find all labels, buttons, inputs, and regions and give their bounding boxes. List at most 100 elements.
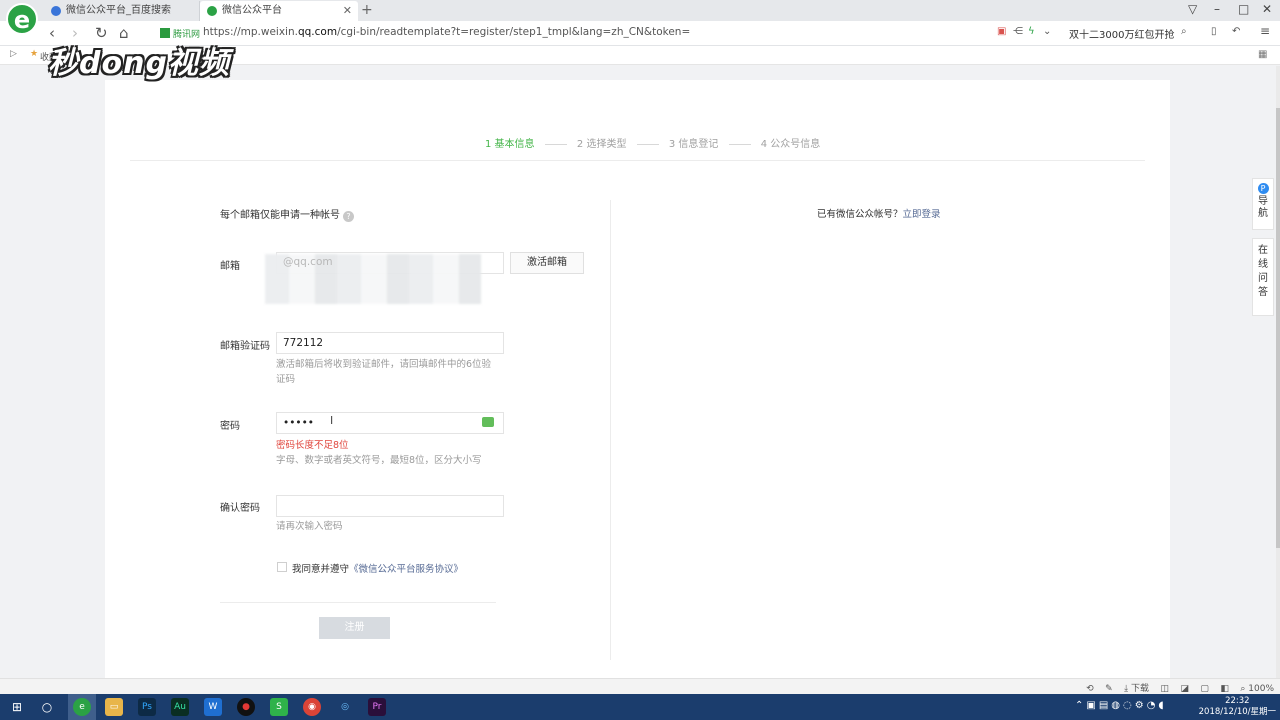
status-icon[interactable]: ✎ (1105, 684, 1113, 694)
column-divider (610, 200, 611, 660)
page-scrollbar[interactable] (1276, 66, 1280, 678)
code-hint: 激活邮箱后将收到验证邮件，请回填邮件中的6位验证码 (276, 359, 492, 385)
zoom-icon[interactable]: ⌕ (1240, 684, 1245, 694)
clock-date: 2018/12/10/星期一 (1198, 707, 1276, 717)
minimize-button[interactable]: – (1214, 2, 1220, 16)
audition-icon[interactable]: Au (171, 698, 189, 716)
password-input[interactable]: ••••• (276, 412, 504, 434)
share-icon[interactable]: ⋲ (1013, 26, 1023, 37)
agreement-text: 我同意并遵守《微信公众平台服务协议》 (292, 561, 463, 575)
confirm-password-input[interactable] (276, 495, 504, 517)
email-value: @qq.com (283, 256, 333, 268)
float-qa-widget[interactable]: 在线问答 (1252, 238, 1274, 316)
status-icon[interactable]: ▢ (1200, 684, 1209, 694)
password-error: 密码长度不足8位 (276, 440, 349, 451)
cortana-icon[interactable]: ○ (38, 698, 56, 716)
agreement-prefix: 我同意并遵守 (292, 564, 350, 575)
baidu-favicon-icon (51, 6, 61, 16)
help-icon[interactable]: ? (343, 211, 354, 222)
status-icon[interactable]: ◪ (1180, 684, 1189, 694)
zoom-level[interactable]: 100% (1248, 684, 1274, 694)
login-link[interactable]: 立即登录 (903, 209, 941, 220)
reader-icon[interactable]: ▯ (1211, 26, 1217, 37)
url-field[interactable]: https://mp.weixin.qq.com/cgi-bin/readtem… (203, 26, 690, 38)
photoshop-icon[interactable]: Ps (138, 698, 156, 716)
system-clock[interactable]: 22:32 2018/12/10/星期一 (1199, 696, 1276, 718)
undo-icon[interactable]: ↶ (1232, 26, 1240, 37)
gift-icon[interactable]: ▣ (997, 26, 1006, 37)
verification-code-input[interactable]: 772112 (276, 332, 504, 354)
url-host: qq.com (297, 26, 338, 38)
close-window-button[interactable]: ✕ (1262, 2, 1272, 16)
float-qa-label: 在线问答 (1258, 245, 1268, 298)
service-agreement-link[interactable]: 《微信公众平台服务协议》 (349, 564, 463, 575)
form-divider (220, 602, 496, 603)
browser-titlebar: 微信公众平台_百度搜索 微信公众平台 ✕ + ▽ – □ ✕ (0, 0, 1280, 21)
wechat-favicon-icon (207, 6, 217, 16)
maximize-button[interactable]: □ (1238, 2, 1249, 16)
login-prompt-text: 已有微信公众帐号？ (817, 209, 903, 220)
menu-icon[interactable]: ≡ (1260, 24, 1270, 38)
wps-writer-icon[interactable]: W (204, 698, 222, 716)
register-card: 1 基本信息 2 选择类型 3 信息登记 4 公众号信息 每个邮箱仅能申请一种帐… (105, 80, 1170, 680)
register-button[interactable]: 注册 (319, 617, 390, 639)
email-label: 邮箱 (220, 261, 240, 272)
search-icon[interactable]: ⌕ (1181, 26, 1187, 37)
reload-button[interactable]: ↻ (95, 23, 108, 43)
step-connector (636, 143, 659, 145)
network-app-icon[interactable]: ◎ (336, 698, 354, 716)
status-icon[interactable]: ◧ (1220, 684, 1229, 694)
browser-logo-icon[interactable]: e (6, 3, 38, 35)
browser-statusbar: ⟲ ✎ ⤓ 下载 ◫ ◪ ▢ ◧ ⌕ 100% (0, 678, 1280, 694)
float-nav-label: 导航 (1258, 196, 1268, 219)
wps-sheet-icon[interactable]: S (270, 698, 288, 716)
step-info-register: 3 信息登记 (668, 139, 719, 150)
agreement-checkbox[interactable] (277, 562, 287, 572)
float-nav-widget[interactable]: P 导航 (1252, 178, 1274, 230)
bookmarks-toggle-icon[interactable]: ▷ (10, 49, 17, 59)
close-tab-icon[interactable]: ✕ (343, 1, 352, 20)
page-viewport: 1 基本信息 2 选择类型 3 信息登记 4 公众号信息 每个邮箱仅能申请一种帐… (0, 66, 1276, 680)
tab-label: 微信公众平台_百度搜索 (66, 5, 171, 16)
keyboard-icon[interactable] (482, 417, 494, 427)
scrollbar-thumb[interactable] (1276, 108, 1280, 548)
site-security-badge[interactable]: 腾讯网 (160, 27, 200, 40)
system-tray[interactable]: ⌃▣▤◍◌⚙◔◖ (1075, 700, 1167, 711)
star-icon: ★ (30, 49, 39, 59)
back-button[interactable]: ‹ (49, 23, 55, 43)
chevron-down-icon[interactable]: ⌄ (1043, 26, 1051, 37)
new-tab-button[interactable]: + (361, 0, 373, 20)
forward-button[interactable]: › (72, 23, 78, 43)
download-label[interactable]: 下载 (1131, 684, 1149, 694)
confirm-password-hint: 请再次输入密码 (276, 521, 343, 532)
skin-icon[interactable]: ▽ (1188, 2, 1197, 16)
tab-weixin-mp[interactable]: 微信公众平台 ✕ (200, 1, 358, 21)
status-icon[interactable]: ◫ (1160, 684, 1169, 694)
password-hint: 字母、数字或者英文符号，最短8位，区分大小写 (276, 455, 482, 466)
video-watermark: 秒dong视频 (48, 46, 230, 81)
promo-text[interactable]: 双十二3000万红包开抢 (1069, 26, 1174, 41)
bolt-icon[interactable]: ϟ (1028, 26, 1035, 37)
download-icon[interactable]: ⤓ (1124, 684, 1128, 694)
step-connector (728, 143, 751, 145)
file-explorer-icon[interactable]: ▭ (105, 698, 123, 716)
email-notice-text: 每个邮箱仅能申请一种帐号 (220, 210, 340, 221)
status-icon[interactable]: ⟲ (1086, 684, 1094, 694)
windows-start-icon[interactable]: ⊞ (8, 698, 26, 716)
clock-time: 22:32 (1225, 696, 1250, 706)
steps-divider (130, 160, 1145, 161)
browser-taskbar-icon[interactable]: e (73, 698, 91, 716)
tab-baidu-search[interactable]: 微信公众平台_百度搜索 (44, 1, 200, 21)
shield-icon (160, 28, 170, 38)
step-account-info: 4 公众号信息 (760, 139, 821, 150)
home-button[interactable]: ⌂ (119, 23, 129, 43)
recorder-icon[interactable]: ● (237, 698, 255, 716)
text-cursor-icon: I (330, 414, 334, 427)
chrome-icon[interactable]: ◉ (303, 698, 321, 716)
step-choose-type: 2 选择类型 (576, 139, 627, 150)
activate-email-button[interactable]: 激活邮箱 (510, 252, 584, 274)
nav-badge-icon: P (1257, 183, 1269, 194)
premiere-icon[interactable]: Pr (368, 698, 386, 716)
step-basic-info: 1 基本信息 (485, 139, 535, 150)
grid-icon[interactable]: ▦ (1258, 49, 1267, 60)
